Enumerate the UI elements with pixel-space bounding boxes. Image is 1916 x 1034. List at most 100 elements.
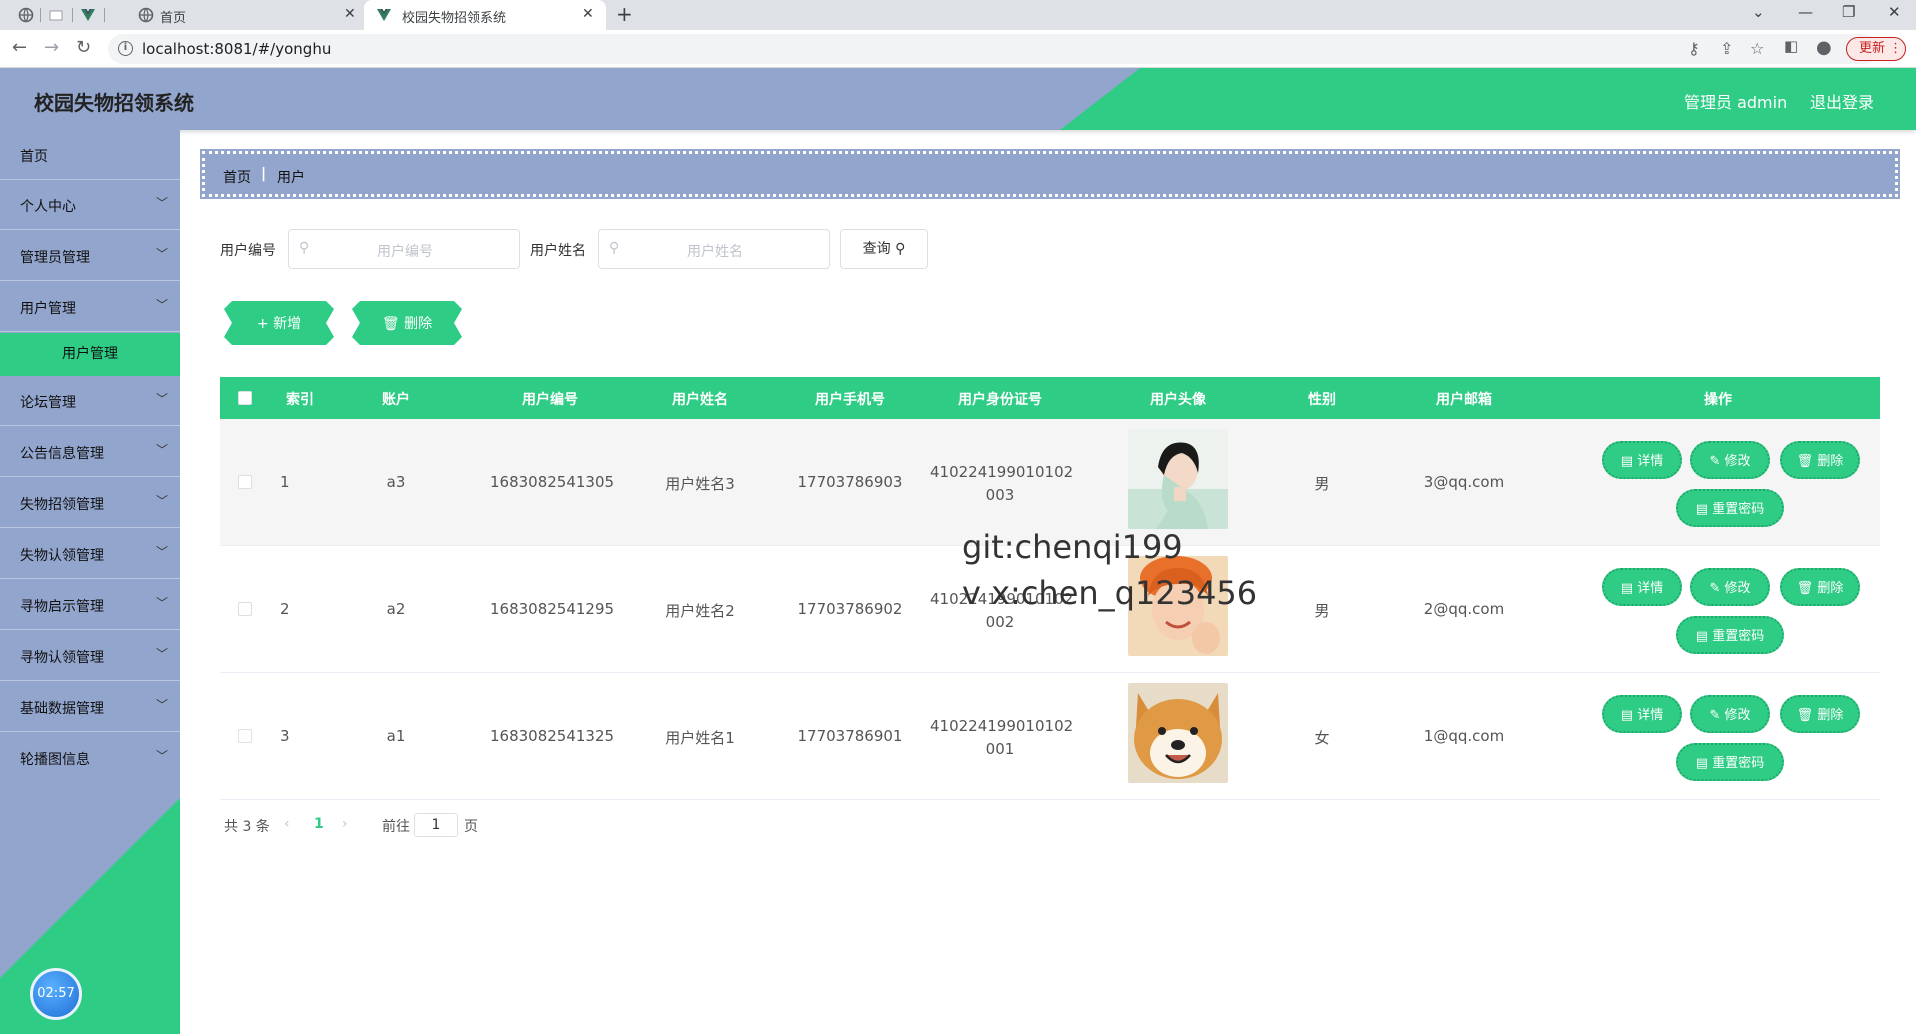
batch-delete-button[interactable]: 🗑 删除	[348, 297, 466, 349]
sidebar-item-search-notices[interactable]: 寻物启示管理 ﹀	[0, 580, 180, 630]
edit-button[interactable]: ✎ 修改	[1690, 568, 1770, 606]
pencil-icon: ✎	[1709, 708, 1725, 723]
column-header: 性别	[1308, 392, 1336, 408]
chevron-down-icon: ﹀	[156, 647, 169, 661]
user-number-input[interactable]: ⚲ 用户编号	[288, 229, 520, 269]
reset-password-button[interactable]: ▤ 重置密码	[1676, 743, 1784, 781]
chevron-down-icon: ﹀	[156, 196, 169, 210]
table-header: 索引 账户 用户编号 用户姓名 用户手机号 用户身份证号 用户头像 性别 用户邮…	[220, 377, 1880, 419]
row-checkbox[interactable]	[238, 475, 252, 489]
info-icon[interactable]: i	[118, 41, 133, 56]
sidebar-item-label: 基础数据管理	[20, 701, 104, 717]
row-checkbox[interactable]	[238, 602, 252, 616]
sidebar-item-home[interactable]: 首页	[0, 130, 180, 180]
sidebar-item-admins[interactable]: 管理员管理 ﹀	[0, 231, 180, 281]
delete-label: 删除	[1817, 454, 1844, 469]
sidebar-item-label: 首页	[20, 149, 48, 165]
browser-tab-bar: 首页 ✕ 校园失物招领系统 ✕ + ⌄ — ❐ ✕	[0, 0, 1916, 30]
star-icon[interactable]: ☆	[1750, 39, 1764, 58]
delete-button[interactable]: 🗑 删除	[1780, 568, 1860, 606]
avatar-image[interactable]	[1128, 429, 1228, 529]
cell-account: a3	[386, 473, 406, 491]
cell-gender: 男	[1314, 475, 1330, 493]
cell-gender: 女	[1314, 729, 1330, 747]
sidebar-item-lost-claims[interactable]: 失物认领管理 ﹀	[0, 529, 180, 579]
row-checkbox[interactable]	[238, 729, 252, 743]
sidebar-item-announcements[interactable]: 公告信息管理 ﹀	[0, 427, 180, 477]
detail-button[interactable]: ▤ 详情	[1602, 568, 1682, 606]
reset-password-button[interactable]: ▤ 重置密码	[1676, 616, 1784, 654]
edit-button[interactable]: ✎ 修改	[1690, 441, 1770, 479]
trash-icon: 🗑	[1796, 581, 1818, 596]
back-icon[interactable]: ←	[12, 37, 27, 58]
sidebar-item-carousel[interactable]: 轮播图信息 ﹀	[0, 733, 180, 783]
query-button[interactable]: 查询 ⚲	[840, 229, 928, 269]
breadcrumb-home[interactable]: 首页	[223, 167, 251, 187]
watermark-line: v x:chen_q123456	[962, 574, 1258, 612]
trash-icon: 🗑	[1796, 454, 1818, 469]
cell-account: a2	[386, 600, 406, 618]
blank-page-icon[interactable]	[48, 7, 64, 23]
id-line: 003	[985, 486, 1015, 504]
detail-button[interactable]: ▤ 详情	[1602, 695, 1682, 733]
user-name-input[interactable]: ⚲ 用户姓名	[598, 229, 830, 269]
sidebar-item-base-data[interactable]: 基础数据管理 ﹀	[0, 682, 180, 732]
sidebar-item-users[interactable]: 用户管理 ﹀	[0, 282, 180, 332]
vue-logo-icon	[377, 9, 391, 21]
sidebar-item-search-claims[interactable]: 寻物认领管理 ﹀	[0, 631, 180, 681]
forward-icon[interactable]: →	[44, 37, 59, 58]
tab-search-icon[interactable]: ⌄	[1752, 3, 1765, 21]
url-field[interactable]: i localhost:8081/#/yonghu ⚷ ⇪ ☆	[108, 34, 1878, 64]
side-panel-icon[interactable]: ◧	[1784, 37, 1798, 55]
delete-button[interactable]: 🗑 删除	[1780, 441, 1860, 479]
input-placeholder: 用户编号	[377, 244, 433, 260]
doc-icon: ▤	[1695, 629, 1713, 644]
trash-icon: 🗑	[1796, 708, 1818, 723]
close-icon[interactable]: ✕	[582, 6, 594, 22]
sidebar-item-label: 个人中心	[20, 199, 76, 215]
detail-button[interactable]: ▤ 详情	[1602, 441, 1682, 479]
sidebar-item-lost-found[interactable]: 失物招领管理 ﹀	[0, 478, 180, 528]
share-icon[interactable]: ⇪	[1720, 39, 1733, 58]
edit-button[interactable]: ✎ 修改	[1690, 695, 1770, 733]
reset-password-button[interactable]: ▤ 重置密码	[1676, 489, 1784, 527]
logout-link[interactable]: 退出登录	[1810, 89, 1874, 113]
tab-home[interactable]: 首页 ✕	[108, 0, 362, 30]
globe-icon[interactable]	[18, 7, 34, 23]
minimize-button[interactable]: —	[1798, 3, 1813, 21]
cell-number: 1683082541325	[490, 727, 615, 745]
column-header: 用户编号	[522, 392, 578, 408]
vue-logo-icon[interactable]	[80, 7, 96, 23]
add-button[interactable]: + 新增	[220, 297, 338, 349]
delete-button[interactable]: 🗑 删除	[1780, 695, 1860, 733]
prev-page-icon[interactable]: ‹	[284, 816, 290, 832]
avatar-image[interactable]	[1128, 683, 1228, 783]
sidebar-item-label: 公告信息管理	[20, 446, 104, 462]
column-header: 操作	[1704, 392, 1732, 408]
reload-icon[interactable]: ↻	[76, 37, 91, 58]
key-icon[interactable]: ⚷	[1688, 39, 1700, 58]
close-icon[interactable]: ✕	[344, 6, 356, 22]
close-window-button[interactable]: ✕	[1888, 3, 1901, 21]
new-tab-button[interactable]: +	[616, 2, 633, 26]
page-number-current[interactable]: 1	[314, 816, 324, 832]
update-button[interactable]: 更新 ⋮	[1846, 37, 1906, 61]
next-page-icon[interactable]: ›	[342, 816, 348, 832]
user-name-label: 用户姓名	[530, 243, 586, 259]
restore-button[interactable]: ❐	[1842, 3, 1855, 21]
page-jump-input[interactable]: 1	[414, 813, 458, 837]
chevron-down-icon: ﹀	[156, 749, 169, 763]
sidebar-subitem-user-management[interactable]: 用户管理	[0, 333, 180, 376]
sidebar-item-forum[interactable]: 论坛管理 ﹀	[0, 376, 180, 426]
reset-label: 重置密码	[1712, 756, 1765, 771]
profile-icon[interactable]: ●	[1816, 37, 1832, 58]
select-all-checkbox[interactable]	[238, 391, 252, 405]
id-line: 410224199010102	[930, 717, 1074, 735]
table-row: 1 a3 1683082541305 用户姓名3 17703786903 410…	[220, 419, 1880, 546]
add-label: 新增	[273, 316, 302, 332]
shiba-dog-image	[1128, 683, 1228, 783]
column-header: 用户手机号	[815, 392, 885, 408]
tab-app[interactable]: 校园失物招领系统 ✕	[364, 0, 606, 30]
sidebar-item-profile[interactable]: 个人中心 ﹀	[0, 180, 180, 230]
clock-badge[interactable]: 02:57	[30, 968, 82, 1020]
